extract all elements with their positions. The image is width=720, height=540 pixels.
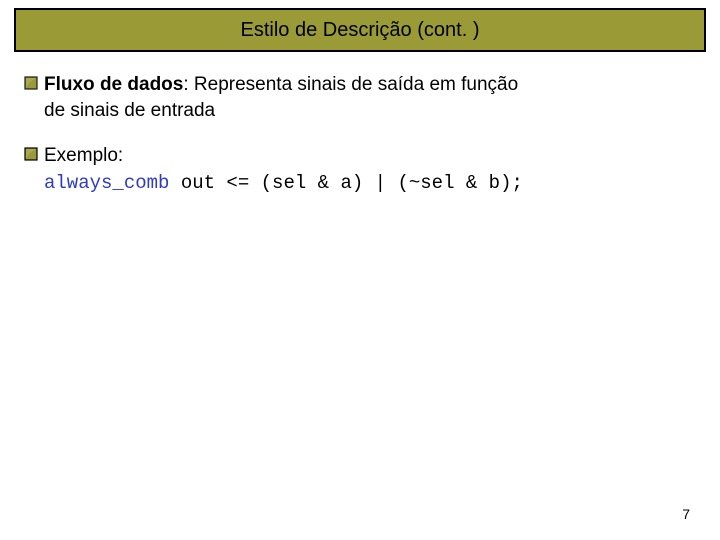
bullet-lead: Fluxo de dados [44,74,183,95]
bullet-rest: Exemplo: [44,145,123,166]
slide-content: Fluxo de dados: Representa sinais de saí… [24,72,696,197]
square-bullet-icon [24,76,38,90]
bullet-item: Fluxo de dados: Representa sinais de saí… [24,72,696,98]
square-bullet-icon [24,147,38,161]
slide-title: Estilo de Descrição (cont. ) [241,19,480,42]
page-number: 7 [682,506,690,522]
bullet-text: Fluxo de dados: Representa sinais de saí… [44,72,696,98]
code-keyword: always_comb [44,172,169,194]
code-example: always_comb out <= (sel & a) | (~sel & b… [44,171,696,197]
bullet-text: Exemplo: [44,143,696,169]
bullet-continuation: de sinais de entrada [44,98,696,124]
slide-title-box: Estilo de Descrição (cont. ) [14,8,706,52]
code-rest: out <= (sel & a) | (~sel & b); [169,172,522,194]
bullet-rest: : Representa sinais de saída em função [183,74,518,95]
bullet-item: Exemplo: [24,143,696,169]
